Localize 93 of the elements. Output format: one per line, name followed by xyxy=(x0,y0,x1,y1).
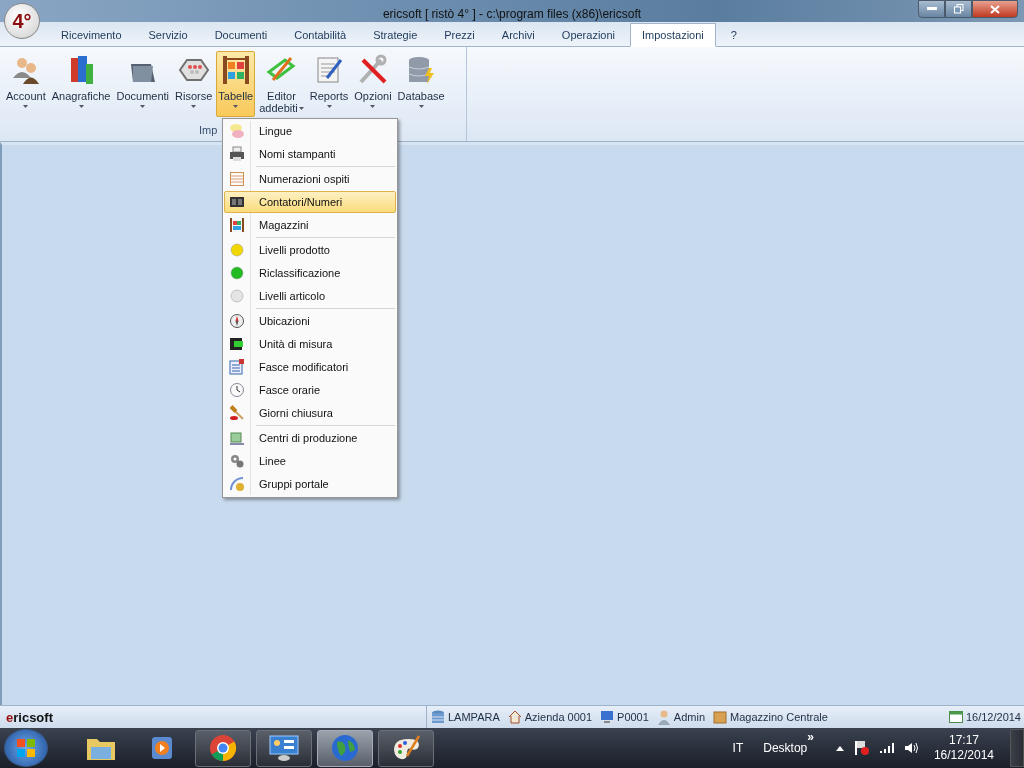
house-icon xyxy=(507,710,522,724)
ribbon-button[interactable]: Account xyxy=(4,51,48,117)
clock[interactable]: 17:17 16/12/2014 xyxy=(933,733,994,763)
close-icon xyxy=(990,4,1000,14)
menu-item[interactable]: Fasce modificatori xyxy=(224,356,396,378)
computer-icon xyxy=(600,710,615,724)
browser-icon xyxy=(209,734,237,762)
ribbon-tab[interactable]: Ricevimento xyxy=(49,24,134,46)
speech-bubbles-icon xyxy=(229,123,245,139)
menu-item[interactable]: Fasce orarie xyxy=(224,379,396,401)
status-text: Admin xyxy=(673,711,706,723)
list-icon xyxy=(229,359,245,375)
caret-icon xyxy=(298,106,304,110)
palette-icon xyxy=(391,734,421,762)
ribbon-tab[interactable]: Contabilità xyxy=(282,24,359,46)
brand-name: ericsoft xyxy=(5,709,54,725)
menu-item[interactable]: Centri di produzione xyxy=(224,427,396,449)
caret-icon xyxy=(326,105,332,108)
ribbon-tab[interactable]: Prezzi xyxy=(432,24,487,46)
menu-item[interactable]: Unità di misura xyxy=(224,333,396,355)
menu-item[interactable]: Lingue xyxy=(224,120,396,142)
volume-icon[interactable] xyxy=(903,742,918,754)
show-hidden-icons-icon[interactable] xyxy=(835,745,844,751)
ribbon-tab[interactable]: Archivi xyxy=(489,24,547,46)
menu-item[interactable]: Giorni chiusura xyxy=(224,402,396,424)
taskbar-button[interactable] xyxy=(195,729,251,767)
ribbon-tab[interactable]: Operazioni xyxy=(549,24,628,46)
caret-icon xyxy=(233,105,239,108)
desktop-toolbar[interactable]: Desktop xyxy=(763,741,808,755)
caret-icon xyxy=(140,105,146,108)
start-button[interactable] xyxy=(4,729,48,767)
menu-item[interactable]: Riclassificazione xyxy=(224,262,396,284)
ribbon-button[interactable]: Opzioni xyxy=(352,51,394,117)
ribbon-button[interactable]: Tabelle xyxy=(216,51,256,117)
taskbar-button[interactable] xyxy=(378,729,434,767)
ribbon-button[interactable]: Risorse xyxy=(173,51,215,117)
language-indicator[interactable]: IT xyxy=(732,741,744,755)
menu-item[interactable]: Linee xyxy=(224,450,396,472)
globe-icon xyxy=(331,734,359,762)
box-icon xyxy=(713,710,728,724)
ribbon-tab[interactable]: Impostazioni xyxy=(630,23,716,47)
group-label: Imp xyxy=(199,124,218,136)
status-text: Magazzino Centrale xyxy=(730,711,828,723)
status-text: LAMPARA xyxy=(448,711,500,723)
menu-item[interactable]: Livelli prodotto xyxy=(224,239,396,261)
caret-icon xyxy=(23,105,29,108)
gears-icon xyxy=(229,453,245,469)
status-text: Azienda 0001 xyxy=(524,711,593,723)
ribbon-tab[interactable]: Documenti xyxy=(202,24,280,46)
ribbon-button[interactable]: Documenti xyxy=(114,51,172,117)
ribbon-button[interactable]: Editor addebiti xyxy=(257,51,306,117)
control-panel-icon xyxy=(269,734,299,762)
ribbon-button[interactable]: Database xyxy=(395,51,447,117)
menu-item[interactable]: Numerazioni ospiti xyxy=(224,168,396,190)
user-icon xyxy=(656,709,671,725)
menu-item[interactable]: Magazzini xyxy=(224,214,396,236)
close-button[interactable] xyxy=(972,0,1018,18)
calendar-icon xyxy=(948,711,963,723)
gavel-icon xyxy=(229,405,245,421)
menu-item[interactable]: Ubicazioni xyxy=(224,310,396,332)
window-title: ericsoft [ ristò 4° ] - c:\program files (x86)\ericsoft xyxy=(382,7,642,21)
menu-item[interactable]: Nomi stampanti xyxy=(224,143,396,165)
menu-item[interactable]: Contatori/Numeri xyxy=(224,191,396,213)
caret-icon xyxy=(370,105,376,108)
compass-icon xyxy=(229,313,245,329)
printer-icon xyxy=(229,146,245,162)
restore-icon xyxy=(953,4,964,14)
windows-logo-icon xyxy=(17,739,35,757)
minimize-icon xyxy=(926,7,937,11)
counter-icon xyxy=(229,194,245,210)
play-icon xyxy=(150,735,174,761)
ribbon-tab[interactable]: Servizio xyxy=(136,24,200,46)
restore-button[interactable] xyxy=(945,0,972,18)
toolbar-chevron[interactable]: » xyxy=(807,730,814,744)
ribbon-tab[interactable]: ? xyxy=(718,24,749,46)
minimize-button[interactable] xyxy=(918,0,945,18)
ribbon-button[interactable]: Anagrafiche xyxy=(49,51,113,117)
caret-icon xyxy=(191,105,197,108)
status-text: P0001 xyxy=(617,711,649,723)
clock-icon xyxy=(229,382,245,398)
ribbon-button[interactable]: Reports xyxy=(307,51,351,117)
cube-icon xyxy=(229,430,245,446)
ribbon-tab[interactable]: Strategie xyxy=(361,24,430,46)
database-icon xyxy=(431,709,445,725)
taskbar-button[interactable] xyxy=(256,729,312,767)
app-logo[interactable]: 4° xyxy=(4,3,40,39)
shelf-icon xyxy=(229,217,245,233)
caret-icon xyxy=(78,105,84,108)
flag-icon[interactable] xyxy=(853,740,870,756)
status-date: 16/12/2014 xyxy=(965,711,1021,723)
caret-icon xyxy=(418,105,424,108)
menu-item[interactable]: Livelli articolo xyxy=(224,285,396,307)
menu-item[interactable]: Gruppi portale xyxy=(224,473,396,495)
